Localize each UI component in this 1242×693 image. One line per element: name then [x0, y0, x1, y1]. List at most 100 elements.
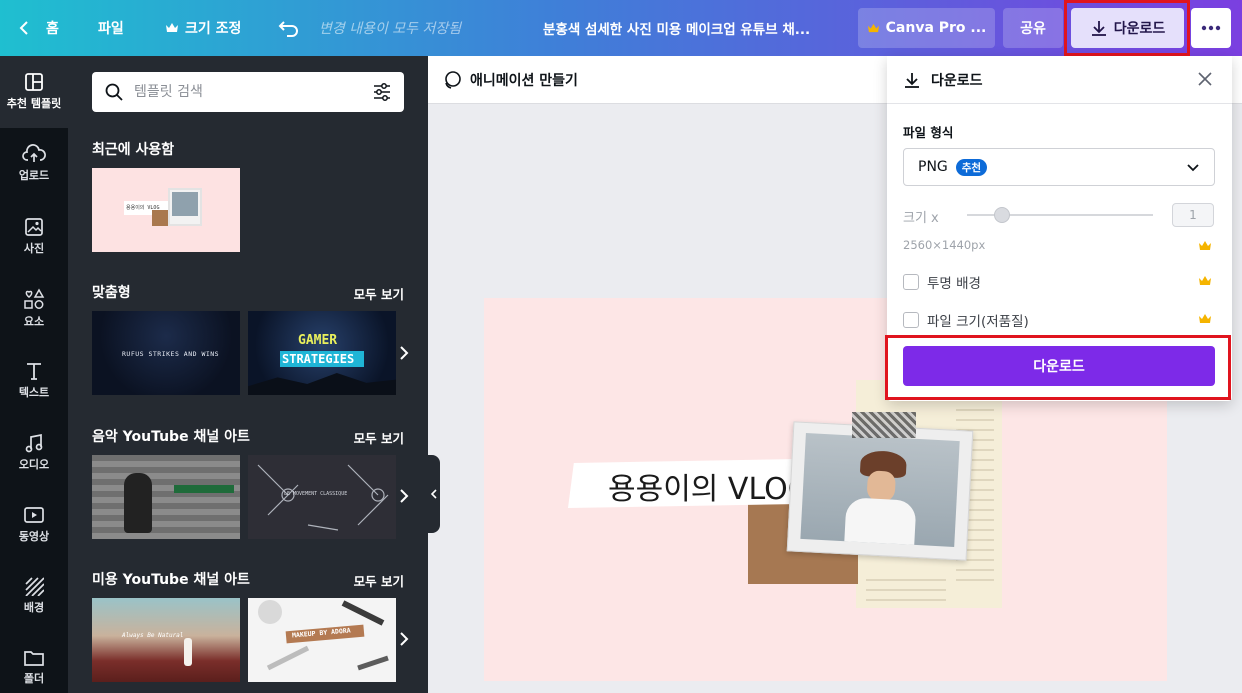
rail-item-templates[interactable]: 추천 템플릿	[0, 56, 68, 128]
transparent-background-option[interactable]: 투명 배경	[903, 272, 981, 292]
text-icon	[27, 363, 41, 380]
download-panel: 다운로드 파일 형식 PNG 추천 크기 x 1 2560×1440px 투명 …	[887, 56, 1232, 401]
home-button[interactable]: 홈	[18, 0, 59, 56]
file-type-select[interactable]: PNG 추천	[903, 148, 1215, 186]
template-thumbnail[interactable]: RUFUS STRIKES AND WINS	[92, 311, 240, 395]
compress-file-option[interactable]: 파일 크기(저품질)	[903, 310, 1029, 330]
undo-button[interactable]	[278, 0, 300, 56]
image-icon	[25, 218, 43, 236]
saved-status: 변경 내용이 모두 저장됨	[319, 21, 462, 37]
thumb-text: LE MOVEMENT CLASSIQUE	[284, 491, 348, 497]
shapes-icon	[24, 288, 45, 309]
see-all-link[interactable]: 모두 보기	[354, 284, 404, 303]
animate-button[interactable]: 애니메이션 만들기	[470, 70, 578, 90]
transparent-background-checkbox[interactable]	[903, 274, 919, 290]
rail-label: 추천 템플릿	[6, 97, 62, 110]
file-menu[interactable]: 파일	[98, 0, 124, 56]
recommended-badge: 추천	[955, 158, 988, 176]
template-thumbnail[interactable]: MAKEUP BY ADORA	[248, 598, 396, 682]
rail-item-background[interactable]: 배경	[0, 576, 68, 615]
recent-template-thumbnail[interactable]: 용용이의 VLOG	[92, 168, 240, 252]
photo-shirt	[844, 497, 917, 545]
chevron-right-icon[interactable]	[394, 629, 414, 649]
download-button[interactable]: 다운로드	[1071, 8, 1184, 48]
template-search-input[interactable]	[134, 84, 362, 100]
rail-item-text[interactable]: 텍스트	[0, 361, 68, 400]
close-icon[interactable]	[1196, 70, 1214, 88]
rail-item-uploads[interactable]: 업로드	[0, 144, 68, 183]
background-pattern-icon	[25, 577, 44, 596]
collapse-panel-handle[interactable]	[428, 455, 440, 533]
crown-icon	[1199, 314, 1211, 323]
thumb-musician	[124, 473, 152, 533]
rail-item-folders[interactable]: 폴더	[0, 649, 68, 686]
ellipsis-icon	[1201, 25, 1221, 31]
thumb-label-bar	[174, 485, 234, 493]
download-icon	[905, 72, 919, 88]
chevron-left-icon	[19, 21, 28, 35]
rail-item-photos[interactable]: 사진	[0, 217, 68, 256]
crown-icon	[1199, 241, 1211, 250]
transparent-background-label: 투명 배경	[927, 276, 981, 292]
top-bar: 홈 파일 크기 조정 변경 내용이 모두 저장됨 분홍색 섬세한 사진 미용 메…	[0, 0, 1242, 56]
rail-label: 업로드	[18, 169, 50, 182]
polaroid-frame	[786, 421, 974, 561]
file-type-value: PNG	[918, 159, 948, 175]
template-thumbnail[interactable]	[92, 455, 240, 539]
download-submit-button[interactable]: 다운로드	[903, 346, 1215, 386]
thumb-photo	[172, 192, 198, 216]
document-title[interactable]: 분홍색 섬세한 사진 미용 메이크업 유튜브 채...	[543, 0, 810, 56]
resize-label: 크기 조정	[185, 21, 242, 37]
video-icon	[24, 507, 44, 523]
cloud-upload-icon	[22, 144, 46, 162]
resize-button[interactable]: 크기 조정	[165, 0, 241, 56]
template-thumbnail[interactable]: Always Be Natural	[92, 598, 240, 682]
template-icon	[25, 73, 43, 91]
see-all-link[interactable]: 모두 보기	[354, 571, 404, 590]
more-options-button[interactable]	[1191, 8, 1231, 48]
share-button[interactable]: 공유	[1003, 8, 1063, 48]
rail-label: 요소	[23, 315, 45, 328]
section-title-music: 음악 YouTube 채널 아트	[92, 429, 250, 445]
rail-label: 사진	[23, 242, 45, 255]
thumb-text: RUFUS STRIKES AND WINS	[122, 350, 220, 358]
music-note-icon	[25, 433, 43, 453]
dimensions-text: 2560×1440px	[903, 238, 986, 252]
canva-pro-button[interactable]: Canva Pro ...	[858, 8, 995, 48]
share-label: 공유	[1020, 21, 1046, 37]
folder-icon	[24, 651, 44, 666]
size-slider-handle[interactable]	[994, 207, 1010, 223]
size-input[interactable]: 1	[1172, 203, 1214, 227]
recent-title: 최근에 사용함	[92, 142, 175, 158]
thumb-mountains	[248, 373, 396, 395]
rail-item-audio[interactable]: 오디오	[0, 433, 68, 472]
download-icon	[1091, 21, 1106, 36]
crown-icon	[166, 23, 178, 32]
template-search-box[interactable]	[92, 72, 404, 112]
compress-file-label: 파일 크기(저품질)	[927, 314, 1029, 330]
file-type-label: 파일 형식	[903, 125, 954, 140]
template-thumbnail[interactable]: LE MOVEMENT CLASSIQUE	[248, 455, 396, 539]
section-title-custom: 맞춤형	[92, 285, 131, 301]
thumb-text: GAMER	[298, 333, 338, 348]
filter-sliders-icon[interactable]	[372, 82, 392, 102]
compress-file-checkbox[interactable]	[903, 312, 919, 328]
guitar-pattern	[257, 464, 389, 531]
section-title-beauty: 미용 YouTube 채널 아트	[92, 572, 250, 588]
artboard-title-text[interactable]: 용용이의 VLOG	[608, 464, 811, 508]
rail-item-video[interactable]: 동영상	[0, 505, 68, 544]
undo-icon	[278, 21, 298, 37]
size-label: 크기 x	[903, 211, 939, 226]
chevron-right-icon[interactable]	[394, 486, 414, 506]
download-panel-header: 다운로드	[887, 56, 1232, 104]
left-rail: 추천 템플릿 업로드 사진 요소 텍스트 오디오 동영상 배경 폴더	[0, 56, 68, 693]
template-thumbnail[interactable]: GAMER STRATEGIES	[248, 311, 396, 395]
rail-item-elements[interactable]: 요소	[0, 288, 68, 329]
search-icon	[105, 83, 123, 101]
rail-label: 텍스트	[18, 386, 50, 399]
chevron-left-icon	[430, 489, 437, 499]
download-label: 다운로드	[1113, 21, 1166, 37]
see-all-link[interactable]: 모두 보기	[354, 428, 404, 447]
portrait-photo	[800, 433, 960, 547]
chevron-right-icon[interactable]	[394, 343, 414, 363]
